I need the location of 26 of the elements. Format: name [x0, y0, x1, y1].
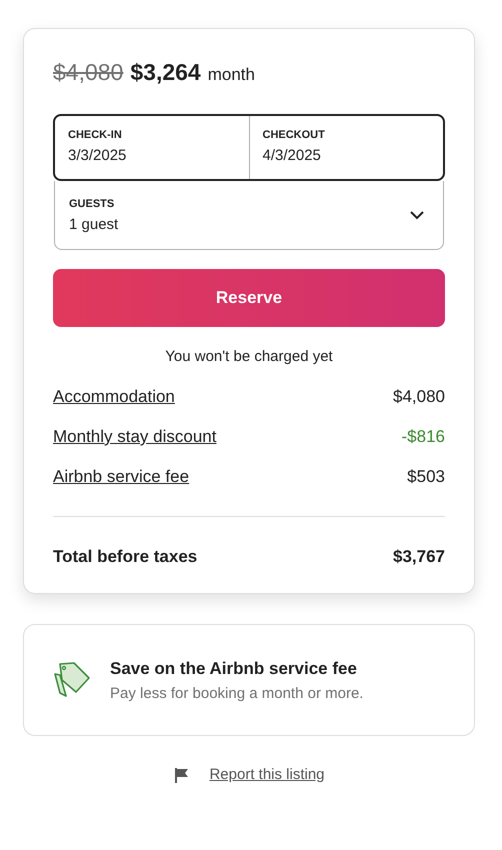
- line-item-link[interactable]: Airbnb service fee: [53, 467, 190, 487]
- reserve-button[interactable]: Reserve: [53, 269, 445, 327]
- line-item-link[interactable]: Monthly stay discount: [53, 427, 216, 447]
- guests-dropdown[interactable]: GUESTS 1 guest: [54, 181, 444, 250]
- field-label: CHECKOUT: [262, 129, 326, 141]
- total-amount: $3,767: [393, 547, 445, 567]
- current-price: $3,264: [130, 59, 201, 86]
- flag-icon: [173, 766, 190, 782]
- promo-title: Save on the Airbnb service fee: [110, 658, 358, 678]
- date-picker[interactable]: CHECK-IN 3/3/2025 CHECKOUT 4/3/2025: [53, 114, 445, 181]
- total-label: Total before taxes: [53, 547, 198, 567]
- original-price: $4,080: [53, 59, 124, 86]
- charge-note: You won't be charged yet: [164, 348, 334, 365]
- line-item-link[interactable]: Accommodation: [53, 387, 175, 407]
- line-item-amount: $503: [407, 467, 445, 487]
- line-item-amount: $4,080: [393, 387, 445, 407]
- field-value: 3/3/2025: [68, 147, 128, 164]
- field-value: 1 guest: [69, 216, 120, 232]
- price-tag-icon: [52, 660, 92, 700]
- field-label: GUESTS: [69, 198, 116, 210]
- price-period: month: [208, 65, 255, 85]
- field-label: CHECK-IN: [68, 129, 123, 141]
- promo-text: Pay less for booking a month or more.: [110, 684, 364, 702]
- line-item-amount: -$816: [402, 427, 445, 447]
- field-value: 4/3/2025: [262, 147, 322, 164]
- report-link[interactable]: Report this listing: [209, 766, 325, 783]
